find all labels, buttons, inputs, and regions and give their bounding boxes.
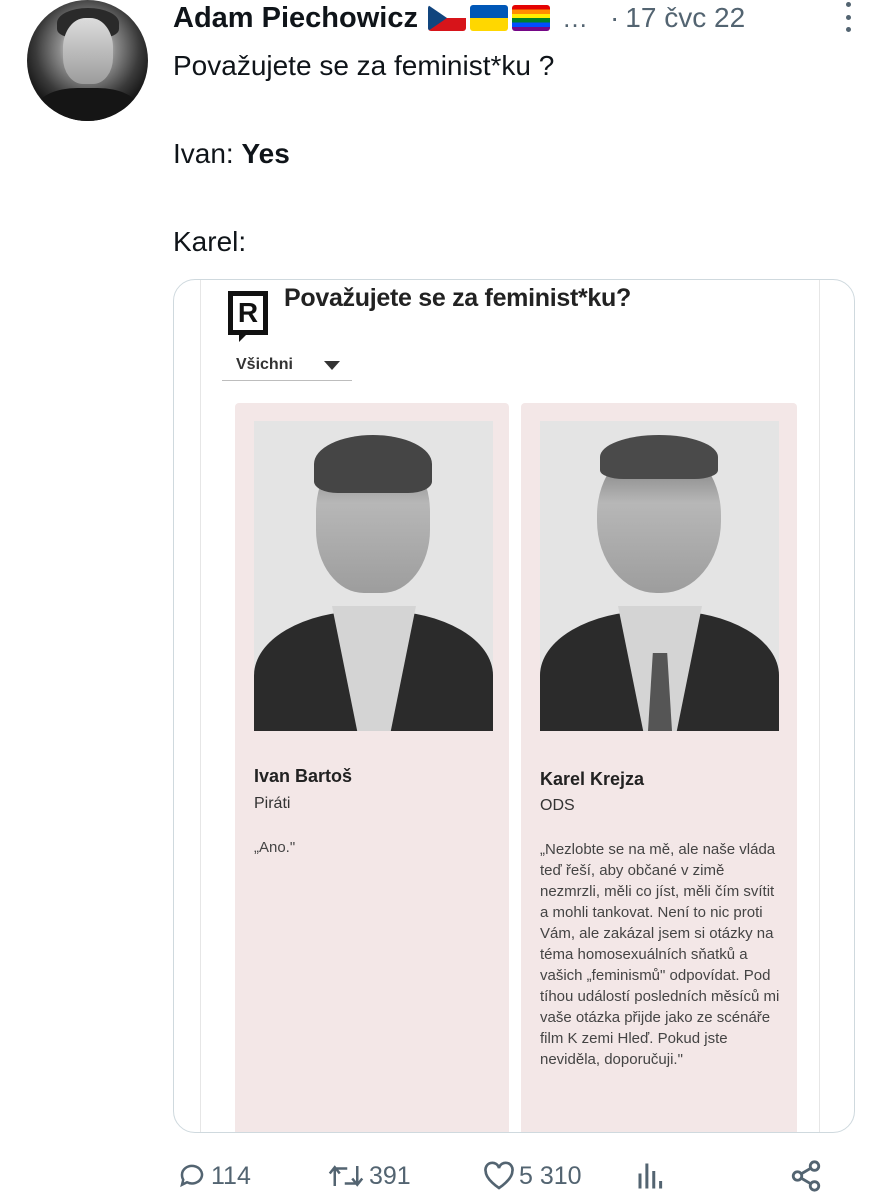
respekt-logo: R [228, 291, 268, 342]
czech-flag-icon [427, 5, 466, 31]
tweet-line-question: Považujete se za feminist*ku ? [173, 50, 555, 81]
retweet-icon [328, 1165, 364, 1187]
politician-name: Karel Krejza [540, 769, 645, 789]
tweet-actions: 114 391 5 310 [173, 1156, 855, 1196]
author-name[interactable]: Adam Piechowicz [173, 2, 418, 35]
more-icon[interactable] [843, 2, 853, 32]
tweet-line-ivan: Ivan: Yes [173, 132, 554, 176]
timestamp[interactable]: 17 čvc 22 [625, 2, 745, 34]
tweet-text: Považujete se za feminist*ku ? Ivan: Yes… [173, 44, 554, 264]
reply-icon [180, 1164, 204, 1188]
separator-dot: · [609, 2, 620, 33]
politician-answer: „Nezlobte se na mě, ale naše vláda teď ř… [540, 841, 780, 1068]
avatar[interactable] [27, 0, 148, 121]
politician-name: Ivan Bartoš [254, 766, 353, 786]
analytics-icon [638, 1163, 663, 1189]
media-image[interactable]: R Považujete se za feminist*ku? Všichni … [173, 279, 855, 1133]
like-button[interactable]: 5 310 [483, 1156, 582, 1196]
heart-icon [484, 1161, 514, 1190]
politician-party: Piráti [254, 795, 291, 812]
politician-photo [540, 421, 779, 731]
reply-count: 114 [211, 1161, 251, 1190]
share-icon [791, 1160, 821, 1192]
tweet-header: Adam Piechowicz … · 17 čvc 22 [173, 0, 853, 36]
filter-value: Všichni [236, 356, 293, 373]
retweet-button[interactable]: 391 [327, 1156, 411, 1196]
filter-dropdown: Všichni [222, 350, 352, 381]
politician-card: Karel Krejza ODS „Nezlobte se na mě, ale… [521, 403, 797, 1132]
ukraine-flag-icon [469, 5, 508, 31]
rainbow-flag-icon [511, 5, 550, 31]
retweet-count: 391 [369, 1161, 411, 1190]
tweet-line-karel: Karel: [173, 226, 247, 257]
ivan-label: Ivan: [173, 138, 242, 169]
politician-answer: „Ano." [254, 839, 296, 856]
caret-down-icon [324, 361, 340, 370]
name-emoji-flags [427, 5, 550, 31]
name-truncation: … [561, 2, 588, 33]
like-count: 5 310 [519, 1161, 582, 1190]
reply-button[interactable]: 114 [177, 1156, 251, 1196]
survey-question: Považujete se za feminist*ku? [284, 284, 631, 312]
views-button[interactable] [635, 1156, 665, 1196]
ivan-answer: Yes [241, 138, 290, 169]
politician-card: Ivan Bartoš Piráti „Ano." [235, 403, 509, 1132]
politician-photo [254, 421, 493, 731]
share-button[interactable] [789, 1156, 823, 1196]
politician-party: ODS [540, 797, 575, 814]
